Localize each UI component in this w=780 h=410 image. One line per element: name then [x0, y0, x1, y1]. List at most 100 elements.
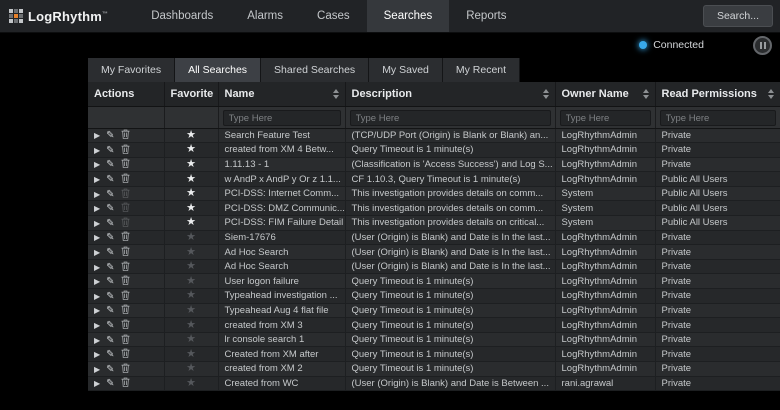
table-row[interactable]: ▶✎★Ad Hoc Search(User (Origin) is Blank)… — [88, 245, 780, 260]
edit-search-icon[interactable]: ✎ — [106, 189, 114, 200]
delete-search-icon[interactable] — [121, 231, 130, 243]
tab-shared-searches[interactable]: Shared Searches — [261, 58, 369, 82]
edit-search-icon[interactable]: ✎ — [106, 276, 114, 287]
delete-search-icon[interactable] — [121, 304, 130, 316]
edit-search-icon[interactable]: ✎ — [106, 174, 114, 185]
table-row[interactable]: ▶✎★User logon failureQuery Timeout is 1 … — [88, 274, 780, 289]
search-name-cell[interactable]: Typeahead Aug 4 flat file — [218, 303, 345, 318]
table-row[interactable]: ▶✎★Ad Hoc Search(User (Origin) is Blank)… — [88, 259, 780, 274]
favorite-star-icon[interactable]: ★ — [186, 348, 196, 360]
run-search-icon[interactable]: ▶ — [94, 160, 100, 169]
search-name-cell[interactable]: User logon failure — [218, 274, 345, 289]
favorite-star-icon[interactable]: ★ — [186, 216, 196, 228]
run-search-icon[interactable]: ▶ — [94, 292, 100, 301]
favorite-star-icon[interactable]: ★ — [186, 319, 196, 331]
table-row[interactable]: ▶✎★Typeahead investigation ...Query Time… — [88, 289, 780, 304]
run-search-icon[interactable]: ▶ — [94, 306, 100, 315]
nav-item-searches[interactable]: Searches — [367, 0, 450, 32]
table-row[interactable]: ▶✎★1.11.13 - 1(Classification is 'Access… — [88, 157, 780, 172]
table-row[interactable]: ▶✎★PCI-DSS: DMZ Communic...This investig… — [88, 201, 780, 216]
edit-search-icon[interactable]: ✎ — [106, 305, 114, 316]
table-row[interactable]: ▶✎★created from XM 3Query Timeout is 1 m… — [88, 318, 780, 333]
run-search-icon[interactable]: ▶ — [94, 277, 100, 286]
delete-search-icon[interactable] — [121, 188, 130, 200]
favorite-star-icon[interactable]: ★ — [186, 143, 196, 155]
table-row[interactable]: ▶✎★lr console search 1Query Timeout is 1… — [88, 332, 780, 347]
delete-search-icon[interactable] — [121, 217, 130, 229]
search-name-cell[interactable]: Created from WC — [218, 376, 345, 391]
search-name-cell[interactable]: PCI-DSS: FIM Failure Detail — [218, 216, 345, 231]
search-name-cell[interactable]: Created from XM after — [218, 347, 345, 362]
favorite-star-icon[interactable]: ★ — [186, 275, 196, 287]
delete-search-icon[interactable] — [121, 377, 130, 389]
tab-my-recent[interactable]: My Recent — [443, 58, 520, 82]
edit-search-icon[interactable]: ✎ — [106, 247, 114, 258]
delete-search-icon[interactable] — [121, 334, 130, 346]
table-row[interactable]: ▶✎★Created from XM afterQuery Timeout is… — [88, 347, 780, 362]
delete-search-icon[interactable] — [121, 363, 130, 375]
nav-item-alarms[interactable]: Alarms — [230, 0, 300, 32]
table-row[interactable]: ▶✎★created from XM 2Query Timeout is 1 m… — [88, 362, 780, 377]
delete-search-icon[interactable] — [121, 348, 130, 360]
delete-search-icon[interactable] — [121, 144, 130, 156]
delete-search-icon[interactable] — [121, 158, 130, 170]
run-search-icon[interactable]: ▶ — [94, 321, 100, 330]
run-search-icon[interactable]: ▶ — [94, 350, 100, 359]
filter-description-input[interactable] — [350, 110, 551, 126]
favorite-star-icon[interactable]: ★ — [186, 231, 196, 243]
edit-search-icon[interactable]: ✎ — [106, 320, 114, 331]
delete-search-icon[interactable] — [121, 129, 130, 141]
search-name-cell[interactable]: lr console search 1 — [218, 332, 345, 347]
delete-search-icon[interactable] — [121, 173, 130, 185]
filter-owner-input[interactable] — [560, 110, 651, 126]
edit-search-icon[interactable]: ✎ — [106, 232, 114, 243]
sort-icon[interactable] — [768, 89, 774, 99]
search-name-cell[interactable]: Siem-17676 — [218, 230, 345, 245]
run-search-icon[interactable]: ▶ — [94, 379, 100, 388]
global-search-button[interactable]: Search... — [703, 5, 773, 27]
favorite-star-icon[interactable]: ★ — [186, 377, 196, 389]
search-name-cell[interactable]: 1.11.13 - 1 — [218, 157, 345, 172]
search-name-cell[interactable]: Ad Hoc Search — [218, 245, 345, 260]
column-header-description[interactable]: Description — [345, 82, 555, 106]
tab-my-saved[interactable]: My Saved — [369, 58, 443, 82]
edit-search-icon[interactable]: ✎ — [106, 130, 114, 141]
favorite-star-icon[interactable]: ★ — [186, 289, 196, 301]
run-search-icon[interactable]: ▶ — [94, 263, 100, 272]
table-row[interactable]: ▶✎★Typeahead Aug 4 flat fileQuery Timeou… — [88, 303, 780, 318]
favorite-star-icon[interactable]: ★ — [186, 173, 196, 185]
edit-search-icon[interactable]: ✎ — [106, 145, 114, 156]
table-row[interactable]: ▶✎★Search Feature Test(TCP/UDP Port (Ori… — [88, 128, 780, 143]
run-search-icon[interactable]: ▶ — [94, 175, 100, 184]
delete-search-icon[interactable] — [121, 202, 130, 214]
nav-item-cases[interactable]: Cases — [300, 0, 367, 32]
edit-search-icon[interactable]: ✎ — [106, 335, 114, 346]
pause-live-updates-button[interactable] — [753, 36, 772, 55]
favorite-star-icon[interactable]: ★ — [186, 246, 196, 258]
delete-search-icon[interactable] — [121, 290, 130, 302]
run-search-icon[interactable]: ▶ — [94, 365, 100, 374]
run-search-icon[interactable]: ▶ — [94, 204, 100, 213]
run-search-icon[interactable]: ▶ — [94, 131, 100, 140]
table-row[interactable]: ▶✎★PCI-DSS: Internet Comm...This investi… — [88, 186, 780, 201]
edit-search-icon[interactable]: ✎ — [106, 349, 114, 360]
delete-search-icon[interactable] — [121, 319, 130, 331]
table-row[interactable]: ▶✎★w AndP x AndP y Or z 1.1...CF 1.10.3,… — [88, 172, 780, 187]
search-name-cell[interactable]: created from XM 3 — [218, 318, 345, 333]
run-search-icon[interactable]: ▶ — [94, 219, 100, 228]
edit-search-icon[interactable]: ✎ — [106, 262, 114, 273]
edit-search-icon[interactable]: ✎ — [106, 218, 114, 229]
column-header-name[interactable]: Name — [218, 82, 345, 106]
sort-icon[interactable] — [543, 89, 549, 99]
search-name-cell[interactable]: PCI-DSS: Internet Comm... — [218, 186, 345, 201]
tab-all-searches[interactable]: All Searches — [175, 58, 261, 82]
nav-item-reports[interactable]: Reports — [449, 0, 523, 32]
edit-search-icon[interactable]: ✎ — [106, 378, 114, 389]
delete-search-icon[interactable] — [121, 275, 130, 287]
run-search-icon[interactable]: ▶ — [94, 190, 100, 199]
filter-permissions-input[interactable] — [660, 110, 776, 126]
favorite-star-icon[interactable]: ★ — [186, 304, 196, 316]
favorite-star-icon[interactable]: ★ — [186, 260, 196, 272]
favorite-star-icon[interactable]: ★ — [186, 129, 196, 141]
edit-search-icon[interactable]: ✎ — [106, 291, 114, 302]
